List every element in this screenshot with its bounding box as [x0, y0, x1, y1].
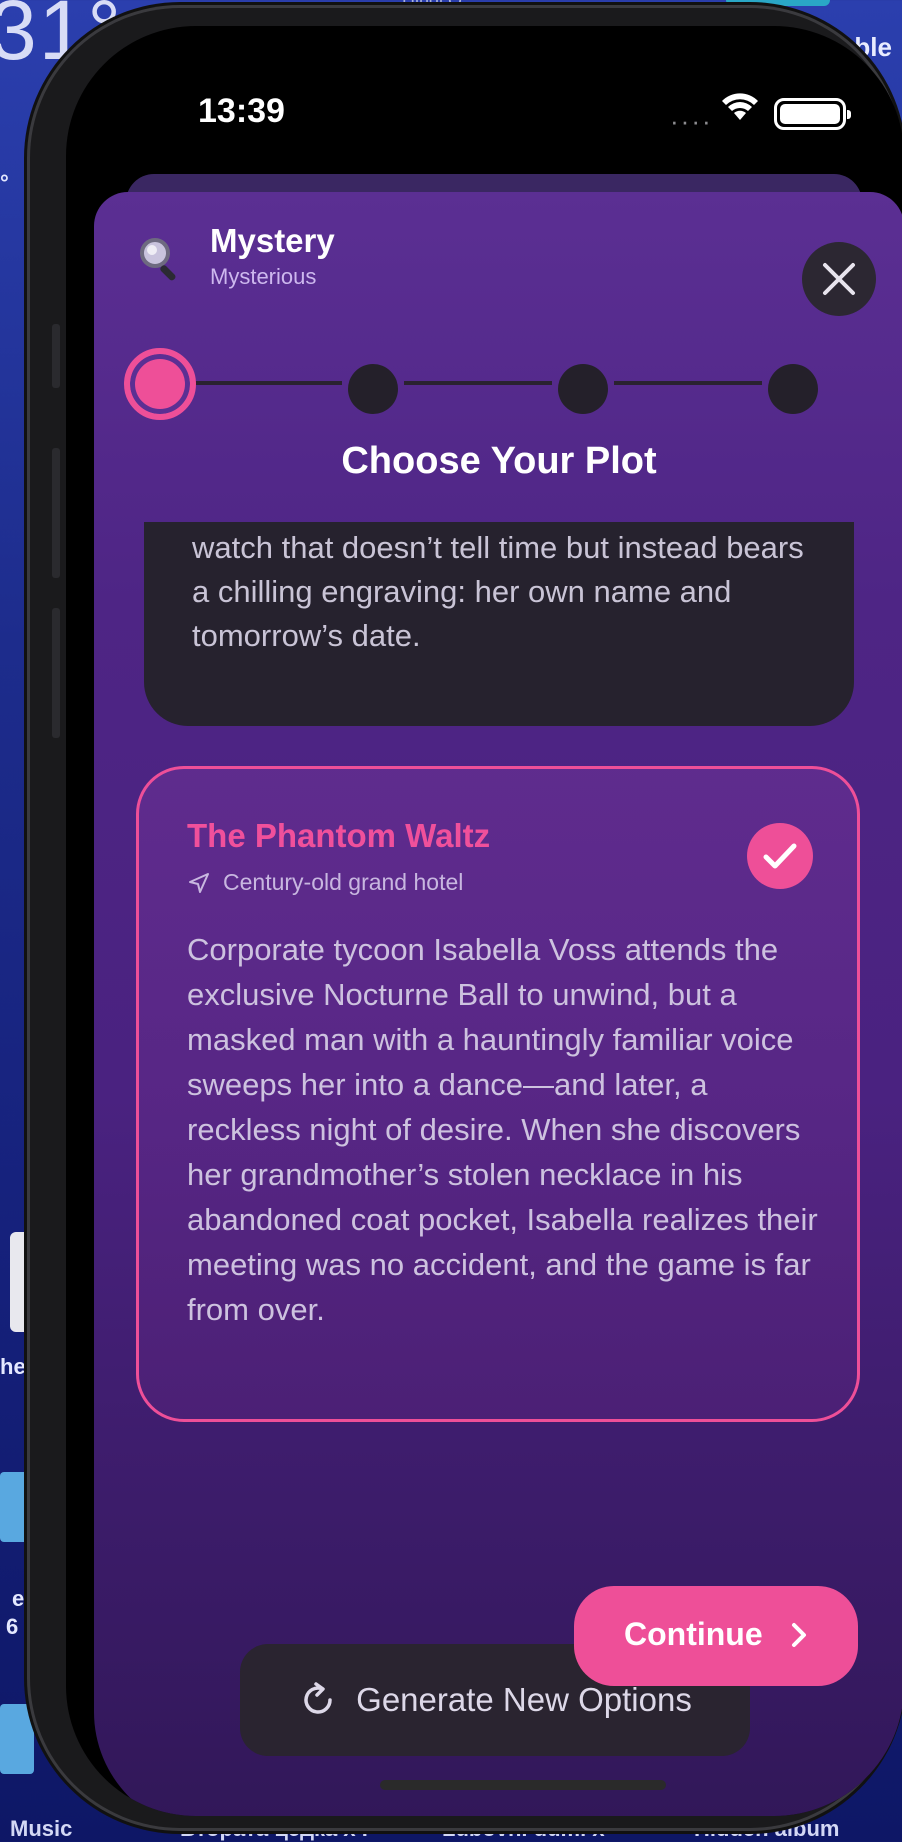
desktop-file-label: het: [0, 1354, 33, 1379]
plot-location: Century-old grand hotel: [187, 869, 463, 896]
selected-checkmark[interactable]: [747, 823, 813, 889]
desktop-folder-count: 6 i: [6, 1614, 31, 1639]
desktop-left-text: °: [0, 170, 9, 195]
step-connector: [404, 381, 552, 385]
step-2: [348, 364, 398, 414]
plot-title: The Phantom Waltz: [187, 817, 491, 854]
chevron-right-icon: [791, 1623, 806, 1647]
step-1-active: [124, 348, 196, 420]
page-title: Choose Your Plot: [341, 440, 657, 482]
checkmark-icon: [763, 843, 797, 869]
refresh-icon: [304, 1682, 332, 1714]
phone-side-button: [52, 608, 60, 738]
home-indicator[interactable]: [380, 1780, 666, 1790]
step-3: [558, 364, 608, 414]
magnifying-glass-icon: [140, 238, 176, 281]
wifi-icon: [722, 93, 758, 120]
close-button[interactable]: [802, 242, 876, 316]
plot-card[interactable]: she wakes alone, clutching a broken pock…: [144, 522, 854, 726]
folder-label-music[interactable]: Music: [10, 1816, 72, 1842]
close-icon: [823, 263, 855, 295]
desktop-folder-label: e: [12, 1586, 25, 1611]
continue-button-label: Continue: [624, 1616, 763, 1652]
desktop-tab: [726, 0, 830, 6]
genre-title: Mystery: [210, 222, 335, 259]
status-time: 13:39: [198, 92, 285, 130]
plot-description: she wakes alone, clutching a broken pock…: [192, 530, 804, 653]
continue-button[interactable]: Continue: [574, 1586, 858, 1686]
navigation-arrow-icon: [189, 872, 209, 893]
cellular-signal-icon: ····: [670, 106, 713, 136]
step-connector: [194, 381, 342, 385]
genre-subtitle: Mysterious: [210, 264, 317, 289]
status-bar: 13:39 ····: [66, 26, 902, 146]
phone-side-button: [52, 324, 60, 388]
generate-button-label: Generate New Options: [356, 1681, 692, 1718]
phone-frame: 13:39 ···· Mystery Mysterious Choose You…: [30, 8, 902, 1828]
desktop-folder-icon[interactable]: [0, 1704, 34, 1774]
progress-stepper: [124, 338, 884, 428]
plot-card-selected[interactable]: The Phantom Waltz Century-old grand hote…: [136, 766, 860, 1422]
phone-side-button: [52, 448, 60, 578]
plot-sheet: Mystery Mysterious Choose Your Plot she: [94, 192, 902, 1816]
battery-icon: [774, 98, 851, 130]
desktop-folder-icon[interactable]: [0, 1472, 34, 1542]
plot-location-label: Century-old grand hotel: [223, 869, 464, 895]
plot-description: Corporate tycoon Isabella Voss attends t…: [187, 932, 818, 1327]
step-connector: [614, 381, 762, 385]
step-4: [768, 364, 818, 414]
phone-screen: 13:39 ···· Mystery Mysterious Choose You…: [66, 26, 902, 1816]
